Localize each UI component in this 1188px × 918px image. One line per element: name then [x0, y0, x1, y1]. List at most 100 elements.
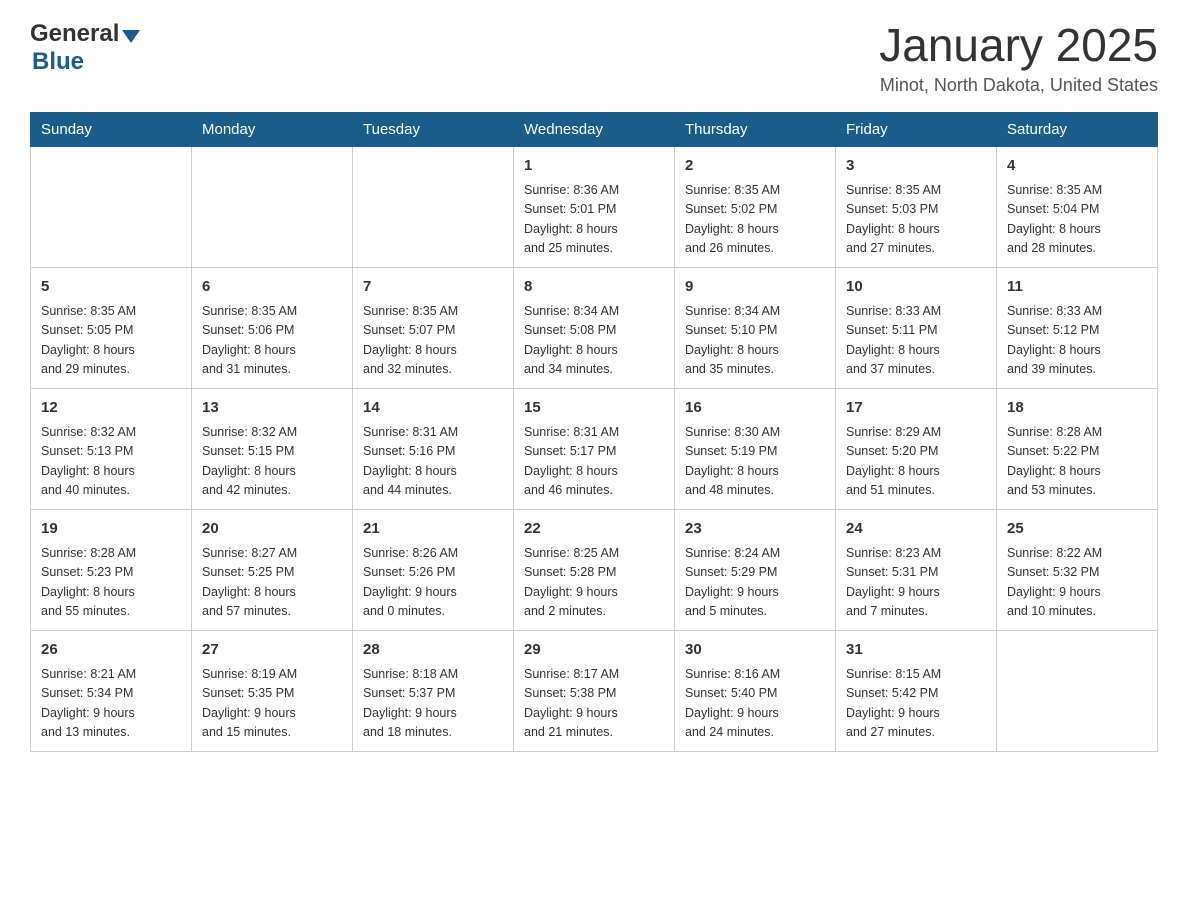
day-info: Sunrise: 8:15 AM Sunset: 5:42 PM Dayligh… [846, 665, 986, 743]
day-number: 24 [846, 518, 986, 541]
calendar-cell: 21Sunrise: 8:26 AM Sunset: 5:26 PM Dayli… [353, 509, 514, 630]
day-number: 31 [846, 639, 986, 662]
day-number: 19 [41, 518, 181, 541]
calendar-cell: 27 Sunrise: 8:19 AM Sunset: 5:35 PM Dayli… [192, 630, 353, 751]
calendar-cell: 10 Sunrise: 8:33 AM Sunset: 5:11 PM Dayli… [836, 267, 997, 388]
day-info: Sunrise: 8:22 AM Sunset: 5:32 PM Dayligh… [1007, 544, 1147, 622]
calendar-cell: 17 Sunrise: 8:29 AM Sunset: 5:20 PM Dayli… [836, 388, 997, 509]
page-header: General Blue January 2025 Minot, North D… [30, 20, 1158, 96]
calendar-cell: 7Sunrise: 8:35 AM Sunset: 5:07 PM Daylig… [353, 267, 514, 388]
calendar-cell: 19 Sunrise: 8:28 AM Sunset: 5:23 PM Dayli… [31, 509, 192, 630]
day-info: Sunrise: 8:30 AM Sunset: 5:19 PM Dayligh… [685, 423, 825, 501]
day-number: 4 [1007, 155, 1147, 178]
calendar-cell: 6Sunrise: 8:35 AM Sunset: 5:06 PM Daylig… [192, 267, 353, 388]
calendar-cell: 14 Sunrise: 8:31 AM Sunset: 5:16 PM Dayli… [353, 388, 514, 509]
day-number: 14 [363, 397, 503, 420]
day-number: 1 [524, 155, 664, 178]
day-number: 3 [846, 155, 986, 178]
day-number: 22 [524, 518, 664, 541]
calendar-cell: 5Sunrise: 8:35 AM Sunset: 5:05 PM Daylig… [31, 267, 192, 388]
calendar-cell: 16 Sunrise: 8:30 AM Sunset: 5:19 PM Dayli… [675, 388, 836, 509]
day-number: 11 [1007, 276, 1147, 299]
day-number: 7 [363, 276, 503, 299]
day-number: 25 [1007, 518, 1147, 541]
day-info: Sunrise: 8:36 AM Sunset: 5:01 PM Dayligh… [524, 181, 664, 259]
day-info: Sunrise: 8:21 AM Sunset: 5:34 PM Dayligh… [41, 665, 181, 743]
day-number: 23 [685, 518, 825, 541]
day-info: Sunrise: 8:28 AM Sunset: 5:22 PM Dayligh… [1007, 423, 1147, 501]
day-number: 21 [363, 518, 503, 541]
weekday-header-thursday: Thursday [675, 112, 836, 146]
calendar-cell: 2Sunrise: 8:35 AM Sunset: 5:02 PM Daylig… [675, 146, 836, 267]
day-info: Sunrise: 8:25 AM Sunset: 5:28 PM Dayligh… [524, 544, 664, 622]
calendar-cell [31, 146, 192, 267]
day-number: 30 [685, 639, 825, 662]
calendar-cell [353, 146, 514, 267]
day-number: 15 [524, 397, 664, 420]
calendar-cell: 1 Sunrise: 8:36 AM Sunset: 5:01 PM Daylig… [514, 146, 675, 267]
logo-general-text: General [30, 20, 119, 48]
calendar-cell [192, 146, 353, 267]
day-number: 29 [524, 639, 664, 662]
day-info: Sunrise: 8:31 AM Sunset: 5:17 PM Dayligh… [524, 423, 664, 501]
day-number: 13 [202, 397, 342, 420]
day-info: Sunrise: 8:33 AM Sunset: 5:12 PM Dayligh… [1007, 302, 1147, 380]
day-info: Sunrise: 8:31 AM Sunset: 5:16 PM Dayligh… [363, 423, 503, 501]
day-number: 16 [685, 397, 825, 420]
day-info: Sunrise: 8:16 AM Sunset: 5:40 PM Dayligh… [685, 665, 825, 743]
day-number: 18 [1007, 397, 1147, 420]
day-number: 20 [202, 518, 342, 541]
calendar-cell: 9 Sunrise: 8:34 AM Sunset: 5:10 PM Daylig… [675, 267, 836, 388]
location-subtitle: Minot, North Dakota, United States [879, 75, 1158, 96]
day-number: 10 [846, 276, 986, 299]
logo-arrow-icon [122, 30, 140, 43]
calendar-cell: 29 Sunrise: 8:17 AM Sunset: 5:38 PM Dayli… [514, 630, 675, 751]
day-number: 2 [685, 155, 825, 178]
day-info: Sunrise: 8:32 AM Sunset: 5:13 PM Dayligh… [41, 423, 181, 501]
weekday-header-tuesday: Tuesday [353, 112, 514, 146]
day-info: Sunrise: 8:35 AM Sunset: 5:03 PM Dayligh… [846, 181, 986, 259]
calendar-cell: 25 Sunrise: 8:22 AM Sunset: 5:32 PM Dayli… [997, 509, 1158, 630]
day-info: Sunrise: 8:27 AM Sunset: 5:25 PM Dayligh… [202, 544, 342, 622]
day-number: 9 [685, 276, 825, 299]
calendar-week-row: 12Sunrise: 8:32 AM Sunset: 5:13 PM Dayli… [31, 388, 1158, 509]
weekday-header-monday: Monday [192, 112, 353, 146]
weekday-header-saturday: Saturday [997, 112, 1158, 146]
day-info: Sunrise: 8:33 AM Sunset: 5:11 PM Dayligh… [846, 302, 986, 380]
day-number: 26 [41, 639, 181, 662]
calendar-week-row: 26 Sunrise: 8:21 AM Sunset: 5:34 PM Dayli… [31, 630, 1158, 751]
calendar-cell: 3 Sunrise: 8:35 AM Sunset: 5:03 PM Daylig… [836, 146, 997, 267]
day-info: Sunrise: 8:29 AM Sunset: 5:20 PM Dayligh… [846, 423, 986, 501]
day-info: Sunrise: 8:34 AM Sunset: 5:08 PM Dayligh… [524, 302, 664, 380]
calendar-cell: 15 Sunrise: 8:31 AM Sunset: 5:17 PM Dayli… [514, 388, 675, 509]
day-info: Sunrise: 8:24 AM Sunset: 5:29 PM Dayligh… [685, 544, 825, 622]
day-info: Sunrise: 8:23 AM Sunset: 5:31 PM Dayligh… [846, 544, 986, 622]
logo-blue-text: Blue [32, 48, 84, 76]
day-number: 17 [846, 397, 986, 420]
day-info: Sunrise: 8:34 AM Sunset: 5:10 PM Dayligh… [685, 302, 825, 380]
calendar-cell: 23 Sunrise: 8:24 AM Sunset: 5:29 PM Dayli… [675, 509, 836, 630]
calendar-cell [997, 630, 1158, 751]
calendar-cell: 28 Sunrise: 8:18 AM Sunset: 5:37 PM Dayli… [353, 630, 514, 751]
day-info: Sunrise: 8:28 AM Sunset: 5:23 PM Dayligh… [41, 544, 181, 622]
weekday-header-friday: Friday [836, 112, 997, 146]
calendar-table: SundayMondayTuesdayWednesdayThursdayFrid… [30, 112, 1158, 752]
calendar-cell: 31 Sunrise: 8:15 AM Sunset: 5:42 PM Dayli… [836, 630, 997, 751]
calendar-cell: 8 Sunrise: 8:34 AM Sunset: 5:08 PM Daylig… [514, 267, 675, 388]
calendar-cell: 24 Sunrise: 8:23 AM Sunset: 5:31 PM Dayli… [836, 509, 997, 630]
day-number: 27 [202, 639, 342, 662]
day-info: Sunrise: 8:19 AM Sunset: 5:35 PM Dayligh… [202, 665, 342, 743]
day-info: Sunrise: 8:18 AM Sunset: 5:37 PM Dayligh… [363, 665, 503, 743]
calendar-cell: 26 Sunrise: 8:21 AM Sunset: 5:34 PM Dayli… [31, 630, 192, 751]
calendar-cell: 18 Sunrise: 8:28 AM Sunset: 5:22 PM Dayli… [997, 388, 1158, 509]
title-section: January 2025 Minot, North Dakota, United… [879, 20, 1158, 96]
calendar-header-row: SundayMondayTuesdayWednesdayThursdayFrid… [31, 112, 1158, 146]
month-title: January 2025 [879, 20, 1158, 71]
day-info: Sunrise: 8:17 AM Sunset: 5:38 PM Dayligh… [524, 665, 664, 743]
calendar-cell: 20 Sunrise: 8:27 AM Sunset: 5:25 PM Dayli… [192, 509, 353, 630]
day-number: 28 [363, 639, 503, 662]
day-info: Sunrise: 8:35 AM Sunset: 5:06 PM Dayligh… [202, 302, 342, 380]
day-info: Sunrise: 8:35 AM Sunset: 5:05 PM Dayligh… [41, 302, 181, 380]
calendar-cell: 22 Sunrise: 8:25 AM Sunset: 5:28 PM Dayli… [514, 509, 675, 630]
day-number: 8 [524, 276, 664, 299]
